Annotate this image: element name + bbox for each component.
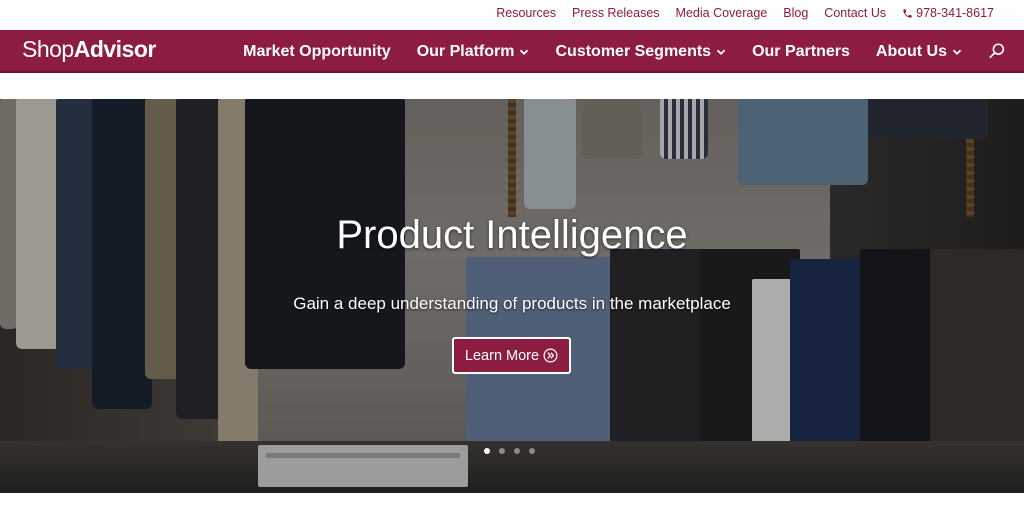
logo-text-light: Shop <box>22 36 74 62</box>
phone-link[interactable]: 978-341-8617 <box>902 6 994 20</box>
double-chevron-right-icon <box>543 348 558 363</box>
hero-title: Product Intelligence <box>336 213 688 257</box>
utility-bar: Resources Press Releases Media Coverage … <box>0 0 1024 30</box>
learn-more-button[interactable]: Learn More <box>452 337 571 374</box>
phone-icon <box>903 8 912 18</box>
chevron-down-icon <box>520 49 529 55</box>
utility-links: Resources Press Releases Media Coverage … <box>496 6 994 20</box>
slider-dot-2[interactable] <box>499 448 505 454</box>
hero-subtitle: Gain a deep understanding of products in… <box>293 294 731 313</box>
logo[interactable]: ShopAdvisor <box>22 36 156 63</box>
nav-item-market-opportunity[interactable]: Market Opportunity <box>243 43 391 61</box>
phone-number: 978-341-8617 <box>916 6 994 20</box>
main-nav: ShopAdvisor Market Opportunity Our Platf… <box>0 30 1024 73</box>
nav-item-label: Our Partners <box>752 42 850 60</box>
slider-dot-3[interactable] <box>514 448 520 454</box>
learn-more-label: Learn More <box>464 347 540 364</box>
nav-item-label: About Us <box>875 42 947 60</box>
blog-link[interactable]: Blog <box>783 6 808 20</box>
slider-dot-4[interactable] <box>529 448 535 454</box>
contact-us-link[interactable]: Contact Us <box>824 6 886 20</box>
search-icon[interactable] <box>988 42 1006 60</box>
press-releases-link[interactable]: Press Releases <box>572 6 660 20</box>
logo-text-bold: Advisor <box>73 36 157 62</box>
nav-item-our-partners[interactable]: Our Partners <box>752 43 850 61</box>
nav-item-customer-segments[interactable]: Customer Segments <box>555 43 726 61</box>
media-coverage-link[interactable]: Media Coverage <box>676 6 768 20</box>
slider-dot-1[interactable] <box>484 448 490 454</box>
nav-menu: Market Opportunity Our Platform Customer… <box>243 30 962 73</box>
nav-item-label: Customer Segments <box>555 42 712 60</box>
nav-item-label: Our Platform <box>416 42 515 60</box>
chevron-down-icon <box>952 49 962 55</box>
resources-link[interactable]: Resources <box>496 6 556 20</box>
slider-pagination <box>484 448 535 454</box>
hero-slider: Product Intelligence Gain a deep underst… <box>0 99 1024 493</box>
nav-item-about-us[interactable]: About Us <box>876 43 962 61</box>
page: Resources Press Releases Media Coverage … <box>0 0 1024 520</box>
chevron-down-icon <box>716 49 726 55</box>
nav-item-our-platform[interactable]: Our Platform <box>417 43 530 61</box>
nav-item-label: Market Opportunity <box>243 42 391 60</box>
